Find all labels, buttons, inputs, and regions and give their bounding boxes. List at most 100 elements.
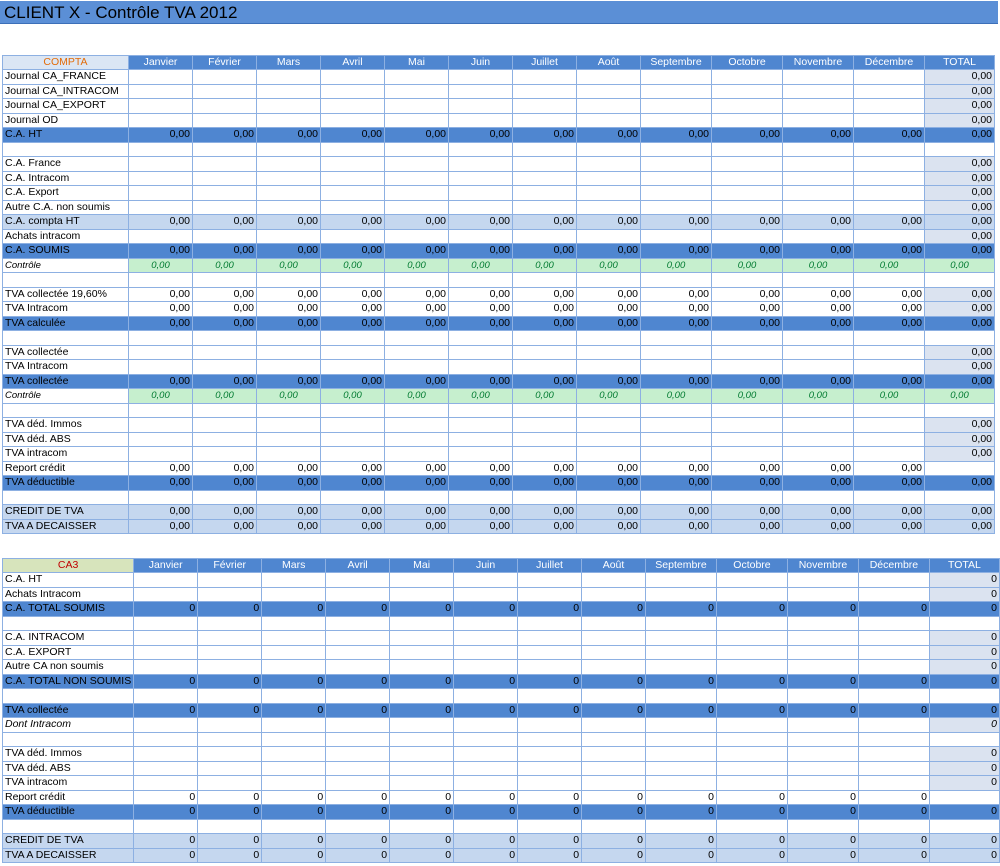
- row-label-cell[interactable]: Report crédit: [2, 460, 129, 476]
- value-cell[interactable]: 0,00: [320, 315, 385, 331]
- value-cell[interactable]: 0,00: [192, 373, 257, 389]
- value-cell[interactable]: 0: [133, 601, 199, 617]
- value-cell[interactable]: [512, 98, 577, 114]
- value-cell[interactable]: [325, 688, 391, 704]
- value-cell[interactable]: [389, 688, 455, 704]
- value-cell[interactable]: 0: [133, 847, 199, 863]
- row-label-cell[interactable]: [2, 402, 129, 418]
- value-cell[interactable]: [192, 431, 257, 447]
- row-label-cell[interactable]: Achats intracom: [2, 228, 129, 244]
- value-cell[interactable]: [715, 644, 788, 660]
- value-cell[interactable]: [576, 156, 641, 172]
- value-cell[interactable]: [320, 344, 385, 360]
- row-label-cell[interactable]: Journal CA_EXPORT: [2, 98, 129, 114]
- value-cell[interactable]: [384, 431, 449, 447]
- value-cell[interactable]: [715, 775, 788, 791]
- value-cell[interactable]: [320, 272, 385, 288]
- value-cell[interactable]: [640, 185, 712, 201]
- value-cell[interactable]: [261, 717, 327, 733]
- value-cell[interactable]: [517, 615, 583, 631]
- value-cell[interactable]: 0,00: [448, 373, 513, 389]
- value-cell[interactable]: [197, 818, 263, 834]
- value-cell[interactable]: [197, 760, 263, 776]
- value-cell[interactable]: 0,00: [448, 286, 513, 302]
- value-cell[interactable]: 0,00: [576, 257, 641, 273]
- row-label-cell[interactable]: TVA déd. ABS: [2, 431, 129, 447]
- total-cell[interactable]: [924, 330, 995, 346]
- total-cell[interactable]: 0,00: [924, 504, 995, 520]
- value-cell[interactable]: [389, 644, 455, 660]
- value-cell[interactable]: 0,00: [853, 301, 925, 317]
- value-cell[interactable]: 0,00: [853, 315, 925, 331]
- value-cell[interactable]: [256, 489, 321, 505]
- value-cell[interactable]: [261, 688, 327, 704]
- row-label-cell[interactable]: TVA A DECAISSER: [1, 847, 135, 863]
- value-cell[interactable]: 0,00: [782, 286, 854, 302]
- value-cell[interactable]: 0: [453, 789, 519, 805]
- value-cell[interactable]: [576, 489, 641, 505]
- total-cell[interactable]: 0: [928, 775, 1000, 791]
- value-cell[interactable]: 0: [133, 804, 199, 820]
- value-cell[interactable]: [853, 446, 925, 462]
- value-cell[interactable]: 0,00: [128, 475, 193, 491]
- value-cell[interactable]: 0,00: [640, 315, 712, 331]
- value-cell[interactable]: [786, 717, 859, 733]
- value-cell[interactable]: [715, 760, 788, 776]
- value-cell[interactable]: 0,00: [128, 127, 193, 143]
- value-cell[interactable]: 0,00: [128, 301, 193, 317]
- value-cell[interactable]: [782, 83, 854, 99]
- value-cell[interactable]: [389, 630, 455, 646]
- value-cell[interactable]: [581, 746, 646, 762]
- value-cell[interactable]: 0,00: [384, 373, 449, 389]
- value-cell[interactable]: 0,00: [512, 518, 577, 534]
- total-cell[interactable]: [924, 489, 995, 505]
- value-cell[interactable]: 0: [453, 833, 519, 849]
- row-label-cell[interactable]: TVA calculée: [2, 315, 129, 331]
- ca3-month-header[interactable]: Juillet: [517, 558, 583, 573]
- total-cell[interactable]: 0,00: [924, 170, 995, 186]
- value-cell[interactable]: 0,00: [853, 373, 925, 389]
- value-cell[interactable]: [453, 717, 519, 733]
- value-cell[interactable]: [192, 330, 257, 346]
- value-cell[interactable]: 0,00: [782, 504, 854, 520]
- total-cell[interactable]: [928, 789, 1000, 805]
- value-cell[interactable]: 0,00: [128, 504, 193, 520]
- value-cell[interactable]: 0: [645, 833, 717, 849]
- row-label-cell[interactable]: [1, 818, 135, 834]
- value-cell[interactable]: 0,00: [128, 257, 193, 273]
- value-cell[interactable]: 0: [133, 673, 199, 689]
- value-cell[interactable]: [645, 615, 717, 631]
- value-cell[interactable]: [384, 402, 449, 418]
- value-cell[interactable]: [261, 731, 327, 747]
- value-cell[interactable]: [384, 156, 449, 172]
- total-cell[interactable]: 0,00: [924, 214, 995, 230]
- value-cell[interactable]: 0,00: [256, 243, 321, 259]
- value-cell[interactable]: [192, 359, 257, 375]
- value-cell[interactable]: [645, 717, 717, 733]
- row-label-cell[interactable]: TVA collectée 19,60%: [2, 286, 129, 302]
- row-label-cell[interactable]: [2, 272, 129, 288]
- row-label-cell[interactable]: [2, 489, 129, 505]
- value-cell[interactable]: [448, 431, 513, 447]
- value-cell[interactable]: 0: [517, 804, 583, 820]
- total-cell[interactable]: 0,00: [924, 286, 995, 302]
- value-cell[interactable]: 0,00: [512, 301, 577, 317]
- value-cell[interactable]: 0,00: [256, 373, 321, 389]
- value-cell[interactable]: [782, 98, 854, 114]
- value-cell[interactable]: [128, 344, 193, 360]
- value-cell[interactable]: [320, 199, 385, 215]
- ca3-month-header[interactable]: Octobre: [715, 558, 788, 573]
- value-cell[interactable]: 0,00: [576, 504, 641, 520]
- value-cell[interactable]: 0,00: [782, 460, 854, 476]
- value-cell[interactable]: 0,00: [384, 243, 449, 259]
- value-cell[interactable]: [711, 489, 783, 505]
- value-cell[interactable]: [640, 330, 712, 346]
- value-cell[interactable]: [581, 717, 646, 733]
- value-cell[interactable]: 0: [261, 833, 327, 849]
- compta-month-header[interactable]: Mai: [384, 55, 449, 70]
- value-cell[interactable]: 0,00: [256, 504, 321, 520]
- value-cell[interactable]: [133, 717, 199, 733]
- value-cell[interactable]: [640, 417, 712, 433]
- value-cell[interactable]: 0: [453, 702, 519, 718]
- value-cell[interactable]: [453, 775, 519, 791]
